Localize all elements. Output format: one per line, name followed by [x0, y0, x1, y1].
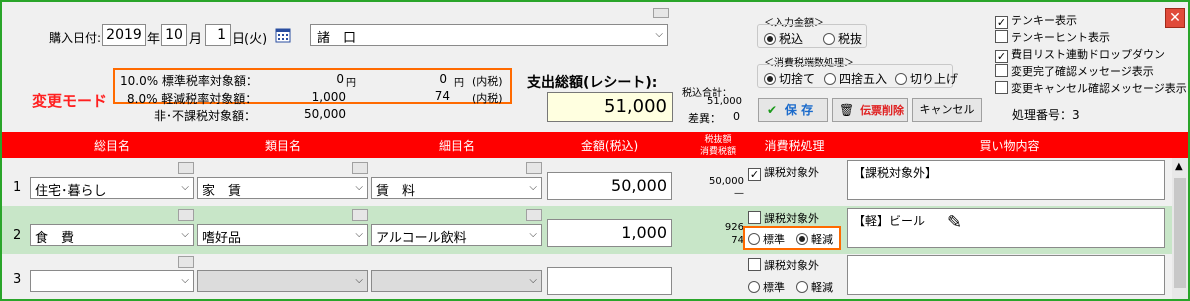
close-icon[interactable]: ✕: [1165, 8, 1185, 28]
row3-amount-field[interactable]: [547, 267, 672, 295]
scrollbar[interactable]: ▲: [1172, 158, 1188, 299]
option-tenkey-hint[interactable]: テンキーヒント表示: [995, 29, 1110, 45]
row-number: 2: [13, 228, 22, 243]
std-amount: 0: [336, 72, 344, 86]
row2-net: 926: [724, 222, 744, 233]
radio-tax-included[interactable]: 税込: [764, 30, 803, 47]
std-tax-unit: 円: [454, 78, 464, 89]
row3-memo-field[interactable]: [847, 255, 1165, 295]
col-category1: 総目名: [93, 139, 130, 153]
option-cancel-confirm[interactable]: 変更キャンセル確認メッセージ表示: [995, 80, 1187, 96]
col-category2: 類目名: [264, 139, 301, 153]
cancel-button[interactable]: キャンセル: [912, 98, 982, 122]
row2-nontax-checkbox[interactable]: 課税対象外: [748, 210, 819, 226]
scroll-up-icon[interactable]: ▲: [1175, 161, 1183, 172]
day-field[interactable]: 1: [205, 24, 231, 46]
row1-cat3-mini-button[interactable]: [526, 162, 542, 174]
row3-radio-standard[interactable]: 標準: [748, 279, 785, 295]
option-tenkey[interactable]: ✓ テンキー表示: [995, 12, 1077, 29]
row1-category2-dropdown[interactable]: 家 賃 ⌵: [197, 177, 368, 199]
process-number: 処理番号：3: [1012, 108, 1080, 122]
row1-net: 50,000: [709, 176, 744, 187]
month-field[interactable]: 10: [161, 24, 187, 46]
expense-entry-window: 購入日付: 2019 年 10 月 1 日 (火) 諸 口 ⌵ 変更モード 10…: [0, 0, 1190, 301]
total-field[interactable]: 51,000: [547, 92, 673, 122]
row2-memo-field[interactable]: 【軽】ビール: [847, 208, 1165, 248]
row1-amount-field[interactable]: 50,000: [547, 172, 672, 200]
store-dropdown[interactable]: 諸 口 ⌵: [310, 24, 668, 46]
row-number: 1: [13, 180, 22, 195]
radio-tax-excluded[interactable]: 税抜: [823, 30, 862, 47]
save-button[interactable]: ✔ 保 存: [758, 98, 828, 122]
trash-icon: 🗑: [839, 103, 855, 117]
year-unit: 年: [147, 32, 161, 47]
row2-category2-dropdown[interactable]: 嗜好品 ⌵: [197, 224, 368, 246]
row3-radio-reduced[interactable]: 軽減: [796, 279, 833, 295]
row2-tax: 74: [731, 235, 744, 246]
store-value: 諸 口: [317, 31, 357, 46]
row2-cat2-mini-button[interactable]: [352, 209, 368, 221]
col-tax: 消費税額: [699, 147, 736, 157]
row1-tax: —: [734, 188, 744, 199]
mode-label: 変更モード: [32, 92, 108, 110]
row3-nontax-checkbox[interactable]: 課税対象外: [748, 257, 819, 273]
check-icon: ✔: [767, 103, 778, 117]
taxin-value: 51,000: [707, 96, 742, 107]
row1-memo-field[interactable]: 【課税対象外】: [847, 160, 1165, 200]
radio-round-down[interactable]: 切捨て: [764, 70, 815, 87]
std-unit: 円: [346, 78, 356, 89]
weekday-label: (火): [244, 32, 268, 47]
row1-cat2-mini-button[interactable]: [352, 162, 368, 174]
col-amount: 金額(税込): [580, 139, 639, 153]
std-note: (内税): [472, 75, 503, 88]
nontax-label: 非･不課税対象額：: [154, 109, 257, 123]
row2-category1-dropdown[interactable]: 食 費 ⌵: [30, 224, 194, 246]
row1-category1-dropdown[interactable]: 住宅･暮らし ⌵: [30, 177, 194, 199]
purchase-date-label: 購入日付:: [49, 31, 102, 45]
col-category3: 細目名: [438, 139, 475, 153]
radio-round-up[interactable]: 切り上げ: [895, 70, 958, 87]
month-unit: 月: [189, 32, 203, 47]
reduced-note: (内税): [472, 92, 503, 105]
chevron-down-icon: ⌵: [655, 29, 663, 40]
total-label: 支出総額(レシート):: [527, 75, 658, 91]
year-field[interactable]: 2019: [102, 24, 146, 46]
row3-cat1-mini-button[interactable]: [178, 256, 194, 268]
row3-category3-dropdown: ⌵: [371, 270, 542, 292]
nontax-amount: 50,000: [304, 107, 346, 121]
row1-cat1-mini-button[interactable]: [178, 162, 194, 174]
pencil-icon: ✎: [947, 212, 963, 233]
row2-cat1-mini-button[interactable]: [178, 209, 194, 221]
delete-voucher-button[interactable]: 🗑 伝票削除: [832, 98, 908, 122]
diff-label: 差異：: [688, 112, 721, 125]
reduced-rate-label: 8.0% 軽減税率対象額：: [127, 92, 258, 106]
diff-value: 0: [733, 110, 740, 123]
row1-nontax-checkbox[interactable]: ✓ 課税対象外: [748, 164, 819, 181]
reduced-tax: 74: [434, 89, 450, 103]
col-shopping-content: 買い物内容: [979, 139, 1040, 153]
row2-radio-standard[interactable]: 標準: [748, 231, 785, 247]
calendar-icon[interactable]: [275, 27, 291, 43]
row3-category2-dropdown: ⌵: [197, 270, 368, 292]
col-tax-treatment: 消費税処理: [764, 139, 825, 153]
row2-radio-reduced[interactable]: 軽減: [796, 231, 833, 247]
row1-category3-dropdown[interactable]: 賃 料 ⌵: [371, 177, 542, 199]
row-number: 3: [13, 272, 22, 287]
scrollbar-thumb[interactable]: [1174, 178, 1186, 288]
option-linked-dropdown[interactable]: ✓ 費目リスト連動ドロップダウン: [995, 46, 1165, 63]
std-rate-label: 10.0% 標準税率対象額：: [120, 74, 258, 88]
reduced-amount: 1,000: [311, 90, 346, 104]
std-tax: 0: [439, 72, 447, 86]
option-complete-confirm[interactable]: 変更完了確認メッセージ表示: [995, 63, 1154, 79]
row2-amount-field[interactable]: 1,000: [547, 219, 672, 247]
row3-category1-dropdown[interactable]: ⌵: [30, 270, 194, 292]
store-mini-button[interactable]: [653, 8, 669, 18]
row2-category3-dropdown[interactable]: アルコール飲料 ⌵: [371, 224, 542, 246]
row2-cat3-mini-button[interactable]: [526, 209, 542, 221]
radio-round-half[interactable]: 四捨五入: [824, 70, 887, 87]
